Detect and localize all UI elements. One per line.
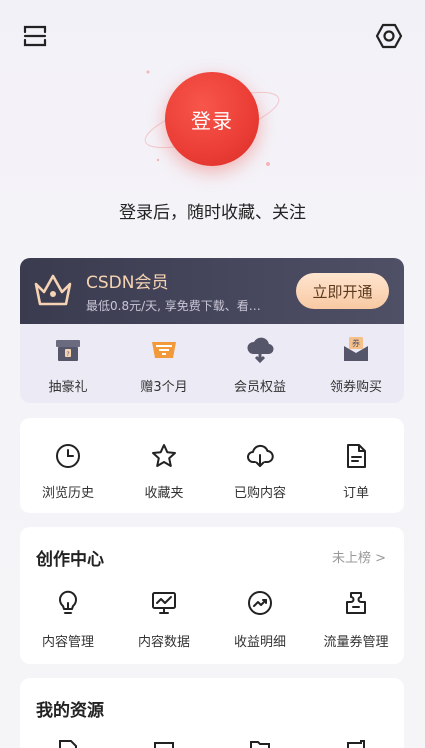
resource-icon[interactable] bbox=[152, 740, 176, 748]
bulb-icon bbox=[59, 590, 77, 614]
quick-actions-card: 浏览历史 收藏夹 已购内容 订单 bbox=[20, 418, 404, 513]
create-item-label: 收益明细 bbox=[233, 635, 286, 650]
star-icon bbox=[152, 444, 176, 467]
vip-item-coupon[interactable]: 券 领券购买 bbox=[308, 324, 404, 403]
coupon-icon: 券 bbox=[344, 337, 368, 361]
create-item-label: 内容管理 bbox=[41, 635, 94, 650]
clock-icon bbox=[56, 444, 80, 468]
login-area: 登录 bbox=[0, 60, 425, 190]
section-title: 创作中心 bbox=[36, 550, 104, 570]
vip-item-bonus[interactable]: 赠3个月 bbox=[116, 324, 212, 403]
my-resources-card: 我的资源 bbox=[20, 678, 404, 748]
login-button[interactable]: 登录 bbox=[165, 72, 259, 166]
vip-open-button[interactable]: 立即开通 bbox=[296, 273, 389, 309]
create-item-earnings[interactable]: 收益明细 bbox=[212, 585, 308, 655]
vip-item-lottery[interactable]: ? 抽豪礼 bbox=[20, 324, 116, 403]
vip-item-label: 领券购买 bbox=[329, 380, 382, 395]
login-tip: 登录后，随时收藏、关注 bbox=[119, 203, 306, 223]
svg-text:券: 券 bbox=[352, 338, 360, 348]
vip-item-rights[interactable]: 会员权益 bbox=[212, 324, 308, 403]
document-icon bbox=[347, 444, 366, 468]
resource-icon[interactable] bbox=[56, 740, 80, 748]
ticket-icon bbox=[346, 592, 366, 614]
svg-text:?: ? bbox=[66, 351, 69, 358]
quick-item-favorites[interactable]: 收藏夹 bbox=[116, 418, 212, 513]
gift-badge-icon bbox=[152, 342, 176, 358]
quick-item-label: 浏览历史 bbox=[41, 486, 94, 501]
vip-header[interactable]: CSDN会员 最低0.8元/天, 享免费下载、看… 立即开通 bbox=[20, 258, 404, 324]
section-title: 我的资源 bbox=[36, 701, 104, 721]
quick-item-orders[interactable]: 订单 bbox=[308, 418, 404, 513]
quick-item-purchased[interactable]: 已购内容 bbox=[212, 418, 308, 513]
crown-icon bbox=[34, 274, 72, 306]
vip-title: CSDN会员 bbox=[86, 273, 169, 293]
settings-icon[interactable] bbox=[373, 20, 405, 52]
create-item-label: 流量券管理 bbox=[323, 635, 389, 650]
cloud-download-icon bbox=[247, 337, 274, 364]
chart-monitor-icon bbox=[152, 592, 176, 614]
create-item-content-manage[interactable]: 内容管理 bbox=[20, 585, 116, 655]
quick-item-label: 已购内容 bbox=[233, 486, 286, 501]
quick-item-label: 订单 bbox=[342, 486, 369, 501]
menu-icon[interactable] bbox=[19, 20, 51, 52]
ranking-link[interactable]: 未上榜 > bbox=[332, 547, 386, 566]
create-item-label: 内容数据 bbox=[137, 635, 190, 650]
vip-item-label: 抽豪礼 bbox=[48, 380, 88, 395]
creation-center-card: 创作中心 未上榜 > 内容管理 内容数据 收益明细 流量券管理 bbox=[20, 527, 404, 664]
vip-item-label: 会员权益 bbox=[233, 380, 286, 395]
folder-icon[interactable] bbox=[248, 740, 272, 748]
resource-icon[interactable] bbox=[344, 740, 368, 748]
create-item-traffic-coupon[interactable]: 流量券管理 bbox=[308, 585, 404, 655]
trend-circle-icon bbox=[248, 591, 272, 615]
vip-item-label: 赠3个月 bbox=[140, 380, 188, 395]
cloud-download-icon bbox=[247, 444, 274, 467]
quick-item-label: 收藏夹 bbox=[144, 486, 184, 501]
vip-subtitle: 最低0.8元/天, 享免费下载、看… bbox=[86, 299, 261, 313]
quick-item-history[interactable]: 浏览历史 bbox=[20, 418, 116, 513]
gift-box-icon: ? bbox=[56, 340, 80, 361]
create-item-content-data[interactable]: 内容数据 bbox=[116, 585, 212, 655]
vip-card: CSDN会员 最低0.8元/天, 享免费下载、看… 立即开通 ? 抽豪礼 赠3个… bbox=[20, 258, 404, 403]
